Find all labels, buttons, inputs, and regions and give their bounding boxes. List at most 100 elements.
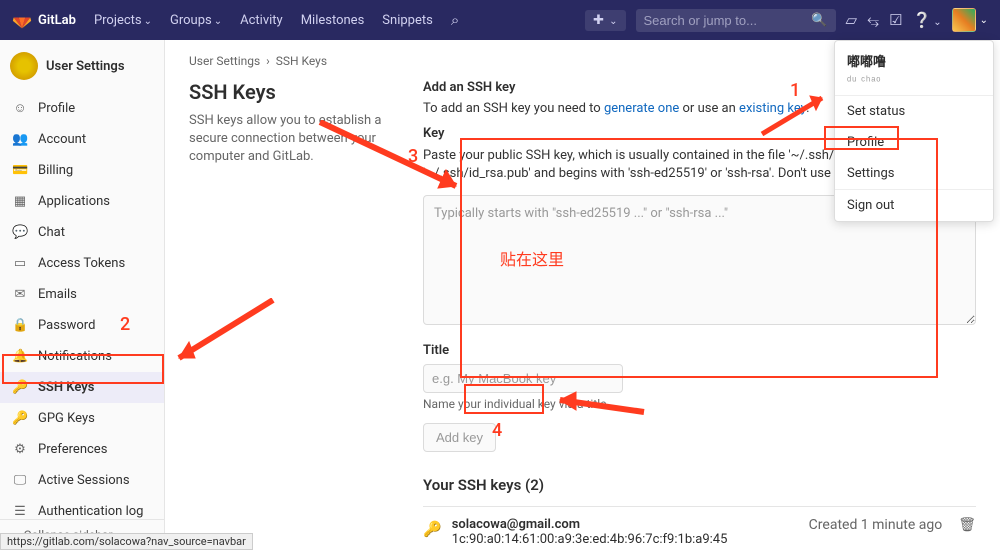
search-input[interactable] <box>644 13 794 28</box>
key-created: Created 1 minute ago <box>809 517 943 533</box>
title-note: Name your individual key via a title <box>423 397 976 411</box>
key-icon: 🔑 <box>423 520 442 538</box>
avatar <box>952 8 976 32</box>
lock-icon: 🔒 <box>12 318 28 333</box>
crumb-user-settings[interactable]: User Settings <box>189 54 260 68</box>
preferences-icon: ⚙ <box>12 442 28 457</box>
topbar-right: ✚ ⌄ 🔍 ▱ ⥃ ☑ ❔⌄ ⌄ <box>585 8 988 32</box>
user-menu-trigger[interactable]: ⌄ <box>952 8 988 32</box>
chevron-down-icon: ⌄ <box>980 15 988 26</box>
sidebar-item-label: Active Sessions <box>38 473 130 488</box>
search-box[interactable]: 🔍 <box>636 9 836 32</box>
logo[interactable]: GitLab <box>12 10 76 30</box>
sidebar-item-label: GPG Keys <box>38 411 95 426</box>
gitlab-icon <box>12 10 32 30</box>
menu-profile[interactable]: Profile <box>835 127 993 158</box>
sidebar-item-label: Profile <box>38 101 75 116</box>
billing-icon: 💳 <box>12 163 28 178</box>
key-fingerprint: 1c:90:a0:14:61:00:a9:3e:ed:4b:96:7c:f9:1… <box>452 532 728 547</box>
dropdown-header: 嘟嘟噜 ᵈᵘ ᶜʰᵃᵒ <box>835 41 993 96</box>
sidebar-item-label: Password <box>38 318 95 333</box>
sidebar-heading[interactable]: User Settings <box>0 40 164 92</box>
sidebar-item-chat[interactable]: 💬 Chat <box>0 217 164 248</box>
sidebar-item-access-tokens[interactable]: ▭Access Tokens <box>0 248 164 279</box>
brand-text: GitLab <box>38 13 76 28</box>
sidebar-item-label: Emails <box>38 287 77 302</box>
avatar <box>10 52 38 80</box>
sidebar-heading-label: User Settings <box>46 59 125 74</box>
page-desc: SSH keys allow you to establish a secure… <box>189 112 399 167</box>
key-icon: 🔑 <box>12 380 28 395</box>
nav-groups-label: Groups <box>170 13 212 28</box>
sidebar-item-label: Preferences <box>38 442 107 457</box>
new-dropdown[interactable]: ✚ ⌄ <box>585 10 626 31</box>
todos-icon[interactable]: ☑ <box>889 11 902 29</box>
issues-icon[interactable]: ▱ <box>846 11 858 29</box>
dropdown-handle: ᵈᵘ ᶜʰᵃᵒ <box>847 74 981 87</box>
title-input[interactable] <box>423 364 623 393</box>
chevron-down-icon: ⌄ <box>609 16 617 27</box>
bell-icon: 🔔 <box>12 349 28 364</box>
merge-requests-icon[interactable]: ⥃ <box>867 11 879 29</box>
sidebar-item-notifications[interactable]: 🔔 Notifications <box>0 341 164 372</box>
ssh-key-row: 🔑 solacowa@gmail.com 1c:90:a0:14:61:00:a… <box>423 506 976 550</box>
topbar: GitLab Projects⌄ Groups⌄ Activity Milest… <box>0 0 1000 40</box>
telescope-icon[interactable]: ⌕ <box>451 11 459 29</box>
menu-settings[interactable]: Settings <box>835 158 993 189</box>
token-icon: ▭ <box>12 256 28 271</box>
text: . <box>806 101 809 116</box>
crumb-sep: › <box>266 54 270 68</box>
crumb-ssh: SSH Keys <box>276 54 327 68</box>
sidebar-item-label: Notifications <box>38 349 112 364</box>
search-icon: 🔍 <box>811 13 827 28</box>
sidebar-item-label: Chat <box>38 225 65 240</box>
nav-projects-label: Projects <box>94 13 142 28</box>
user-dropdown: 嘟嘟噜 ᵈᵘ ᶜʰᵃᵒ Set status Profile Settings … <box>834 40 994 222</box>
sidebar-item-preferences[interactable]: ⚙ Preferences <box>0 434 164 465</box>
dropdown-username: 嘟嘟噜 <box>847 51 981 70</box>
chat-icon: 💬 <box>12 225 28 240</box>
chevron-down-icon: ⌄ <box>214 16 222 27</box>
sidebar-item-billing[interactable]: 💳 Billing <box>0 155 164 186</box>
sidebar-item-label: Billing <box>38 163 73 178</box>
chevron-down-icon: ⌄ <box>933 17 941 28</box>
sidebar: User Settings ☺ Profile 👥 Account 💳 Billing… <box>0 40 165 550</box>
menu-set-status[interactable]: Set status <box>835 96 993 127</box>
profile-icon: ☺ <box>12 100 28 116</box>
sidebar-item-active-sessions[interactable]: 🖵Active Sessions <box>0 465 164 496</box>
key-icon: 🔑 <box>12 411 28 426</box>
sidebar-item-label: Account <box>38 132 86 147</box>
text: or use an <box>679 101 739 116</box>
add-key-button[interactable]: Add key <box>423 423 496 452</box>
text: To add an SSH key you need to <box>423 101 604 116</box>
sidebar-item-ssh-keys[interactable]: 🔑 SSH Keys <box>0 372 164 403</box>
log-icon: ☰ <box>12 504 28 519</box>
chevron-down-icon: ⌄ <box>144 16 152 27</box>
nav-activity[interactable]: Activity <box>240 13 283 28</box>
generate-link[interactable]: generate one <box>604 101 679 116</box>
nav-groups[interactable]: Groups⌄ <box>170 13 222 28</box>
title-label: Title <box>423 343 976 358</box>
nav-projects[interactable]: Projects⌄ <box>94 13 152 28</box>
nav-snippets[interactable]: Snippets <box>382 13 433 28</box>
menu-sign-out[interactable]: Sign out <box>835 190 993 221</box>
sidebar-item-applications[interactable]: ▦ Applications <box>0 186 164 217</box>
sidebar-item-label: Applications <box>38 194 110 209</box>
topnav: Projects⌄ Groups⌄ Activity Milestones Sn… <box>94 11 459 29</box>
help-icon[interactable]: ❔⌄ <box>913 11 942 29</box>
existing-key-link[interactable]: existing key <box>739 101 806 116</box>
sidebar-item-password[interactable]: 🔒 Password <box>0 310 164 341</box>
page-intro: SSH Keys SSH keys allow you to establish… <box>189 80 399 550</box>
sidebar-item-label: SSH Keys <box>38 380 94 395</box>
sidebar-item-label: Authentication log <box>38 504 143 519</box>
nav-milestones[interactable]: Milestones <box>301 13 365 28</box>
account-icon: 👥 <box>12 132 28 147</box>
applications-icon: ▦ <box>12 194 28 209</box>
your-keys-heading: Your SSH keys (2) <box>423 476 976 494</box>
sidebar-item-account[interactable]: 👥 Account <box>0 124 164 155</box>
sidebar-item-gpg-keys[interactable]: 🔑 GPG Keys <box>0 403 164 434</box>
trash-icon[interactable]: 🗑 <box>958 517 976 533</box>
sidebar-item-emails[interactable]: ✉Emails <box>0 279 164 310</box>
sidebar-item-profile[interactable]: ☺ Profile <box>0 92 164 124</box>
status-bar: https://gitlab.com/solacowa?nav_source=n… <box>0 533 253 550</box>
